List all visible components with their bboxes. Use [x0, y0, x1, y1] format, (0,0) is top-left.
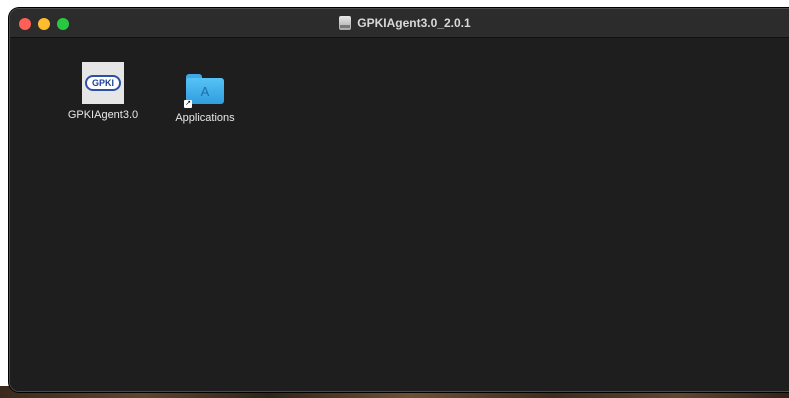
- alias-arrow-icon: ↗: [184, 100, 192, 108]
- gpki-agent-label[interactable]: GPKIAgent3.0: [68, 109, 138, 121]
- applications-label[interactable]: Applications: [175, 112, 234, 124]
- window-title: GPKIAgent3.0_2.0.1: [357, 16, 471, 30]
- gpki-logo: GPKI: [85, 75, 121, 91]
- applications-folder-item[interactable]: A ↗ Applications: [159, 68, 251, 124]
- gpki-agent-app-icon[interactable]: GPKI: [82, 62, 124, 104]
- app-store-glyph: A: [200, 83, 210, 99]
- finder-window: GPKIAgent3.0_2.0.1 GPKI GPKIAgent3.0 A ↗…: [9, 8, 789, 392]
- desktop: GPKIAgent3.0_2.0.1 GPKI GPKIAgent3.0 A ↗…: [0, 0, 789, 398]
- window-title-area: GPKIAgent3.0_2.0.1: [10, 9, 789, 37]
- gpki-agent-item[interactable]: GPKI GPKIAgent3.0: [57, 62, 149, 121]
- disk-image-icon: [339, 16, 352, 30]
- finder-content-area[interactable]: GPKI GPKIAgent3.0 A ↗ Applications: [10, 38, 789, 391]
- applications-folder-icon[interactable]: A ↗: [184, 74, 224, 108]
- window-titlebar[interactable]: GPKIAgent3.0_2.0.1: [10, 9, 789, 38]
